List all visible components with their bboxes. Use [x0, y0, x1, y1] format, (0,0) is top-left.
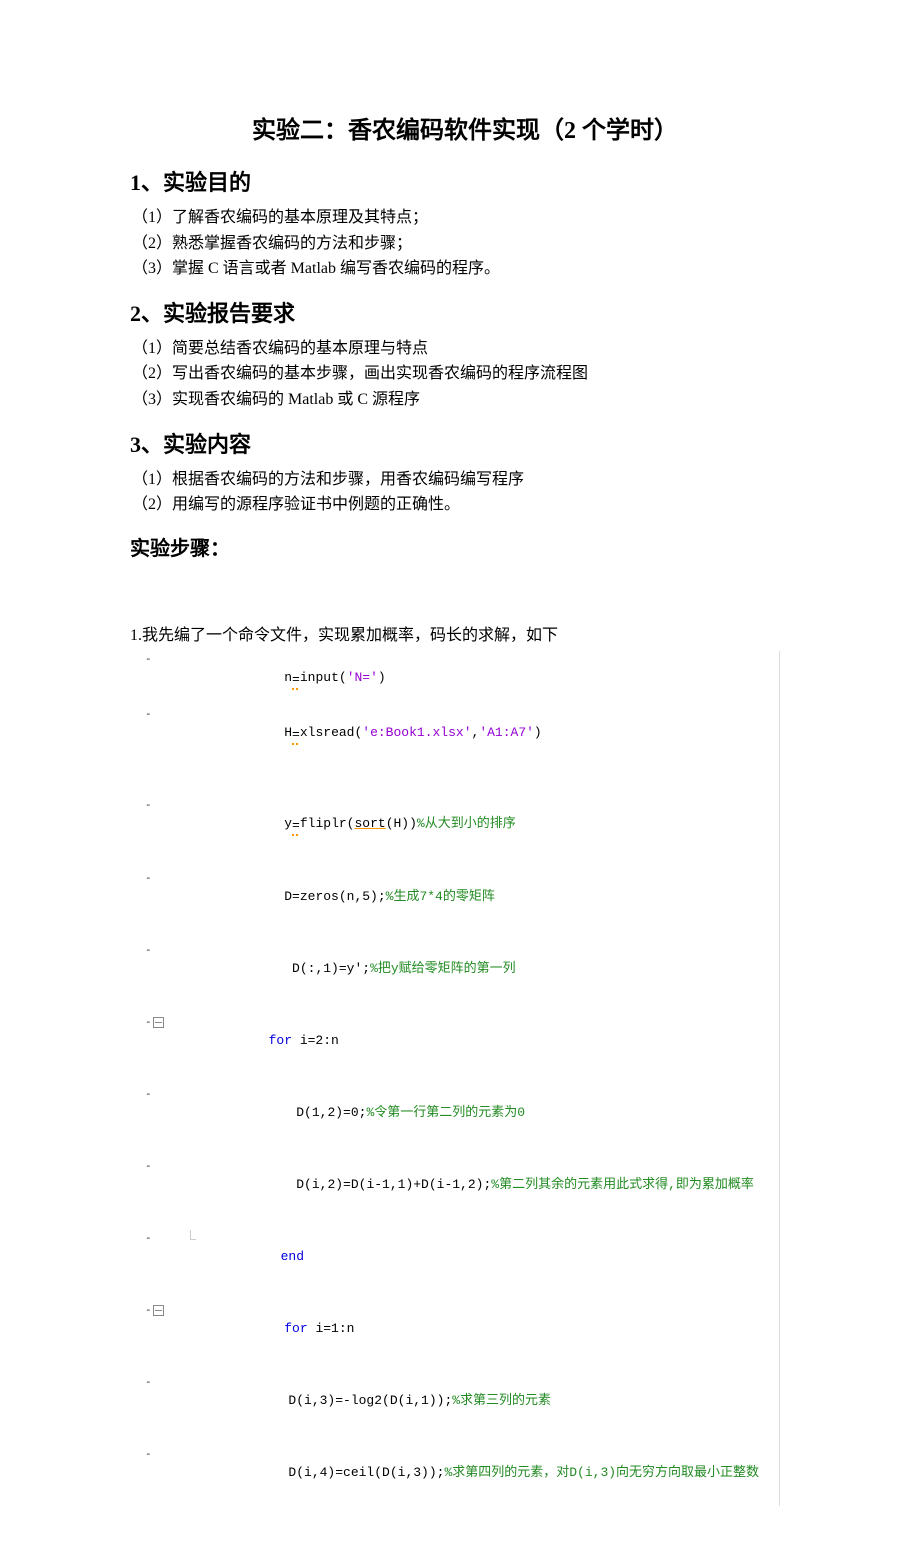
code-comment: %从大到小的排序	[417, 816, 516, 831]
code-line: - end	[145, 1230, 800, 1284]
code-fn: input	[300, 670, 339, 685]
steps-header: 实验步骤：	[130, 532, 800, 561]
code-keyword: end	[281, 1249, 304, 1264]
s1-item-1: （1）了解香农编码的基本原理及其特点；	[132, 205, 800, 231]
code-line: - D(i,2)=D(i-1,1)+D(i-1,2);%第二列其余的元素用此式求…	[145, 1158, 800, 1212]
s2-item-2: （2）写出香农编码的基本步骤，画出实现香农编码的程序流程图	[132, 361, 800, 387]
code-var: n	[284, 670, 292, 685]
code-comment: %求第三列的元素	[452, 1393, 551, 1408]
code-comment: %令第一行第二列的元素为0	[366, 1105, 525, 1120]
document-page: 实验二：香农编码软件实现（2 个学时） 1、实验目的 （1）了解香农编码的基本原…	[0, 0, 920, 1556]
code-line: - H=xlsread('e:Book1.xlsx','A1:A7')	[145, 706, 800, 761]
s2-item-3: （3）实现香农编码的 Matlab 或 C 源程序	[132, 387, 800, 413]
code-fn: sort	[354, 816, 385, 831]
section-1-header: 1、实验目的	[130, 165, 800, 197]
code-var: y	[284, 816, 292, 831]
s3-item-1: （1）根据香农编码的方法和步骤，用香农编码编写程序	[132, 467, 800, 493]
code-line: - D(i,4)=ceil(D(i,3));%求第四列的元素，对D(i,3)向无…	[145, 1446, 800, 1500]
code-intro: 1.我先编了一个命令文件，实现累加概率，码长的求解，如下	[130, 621, 800, 645]
code-keyword: for	[269, 1033, 292, 1048]
code-var: H	[284, 725, 292, 740]
code-fn: fliplr	[300, 816, 347, 831]
s1-item-2: （2）熟悉掌握香农编码的方法和步骤；	[132, 231, 800, 257]
code-comment: %生成7*4的零矩阵	[386, 889, 495, 904]
code-fn: xlsread	[300, 725, 355, 740]
code-line: - for i=2:n	[145, 1014, 800, 1068]
code-editor: - n=input('N=') - H=xlsread('e:Book1.xls…	[130, 651, 800, 1506]
code-line: - y=fliplr(sort(H))%从大到小的排序	[145, 797, 800, 852]
code-line: - D(i,3)=-log2(D(i,1));%求第三列的元素	[145, 1374, 800, 1428]
s1-item-3: （3）掌握 C 语言或者 Matlab 编写香农编码的程序。	[132, 256, 800, 282]
code-line: - n=input('N=')	[145, 651, 800, 706]
section-2-header: 2、实验报告要求	[130, 296, 800, 328]
code-string: 'N='	[347, 670, 378, 685]
document-title: 实验二：香农编码软件实现（2 个学时）	[130, 110, 800, 145]
code-comment: %第二列其余的元素用此式求得,即为累加概率	[491, 1177, 754, 1192]
code-string: 'A1:A7'	[479, 725, 534, 740]
code-line: - for i=1:n	[145, 1302, 800, 1356]
code-line: - D(1,2)=0;%令第一行第二列的元素为0	[145, 1086, 800, 1140]
code-string: 'e:Book1.xlsx'	[362, 725, 471, 740]
code-line: - D(:,1)=y';%把y赋给零矩阵的第一列	[145, 942, 800, 996]
code-comment: %把y赋给零矩阵的第一列	[370, 961, 516, 976]
s3-item-2: （2）用编写的源程序验证书中例题的正确性。	[132, 492, 800, 518]
section-3-header: 3、实验内容	[130, 427, 800, 459]
fold-icon[interactable]	[153, 1305, 164, 1316]
fold-icon[interactable]	[153, 1017, 164, 1028]
code-comment: %求第四列的元素，对D(i,3)向无穷方向取最小正整数	[444, 1465, 759, 1480]
code-keyword: for	[284, 1321, 307, 1336]
code-line: - D=zeros(n,5);%生成7*4的零矩阵	[145, 870, 800, 924]
s2-item-1: （1）简要总结香农编码的基本原理与特点	[132, 336, 800, 362]
